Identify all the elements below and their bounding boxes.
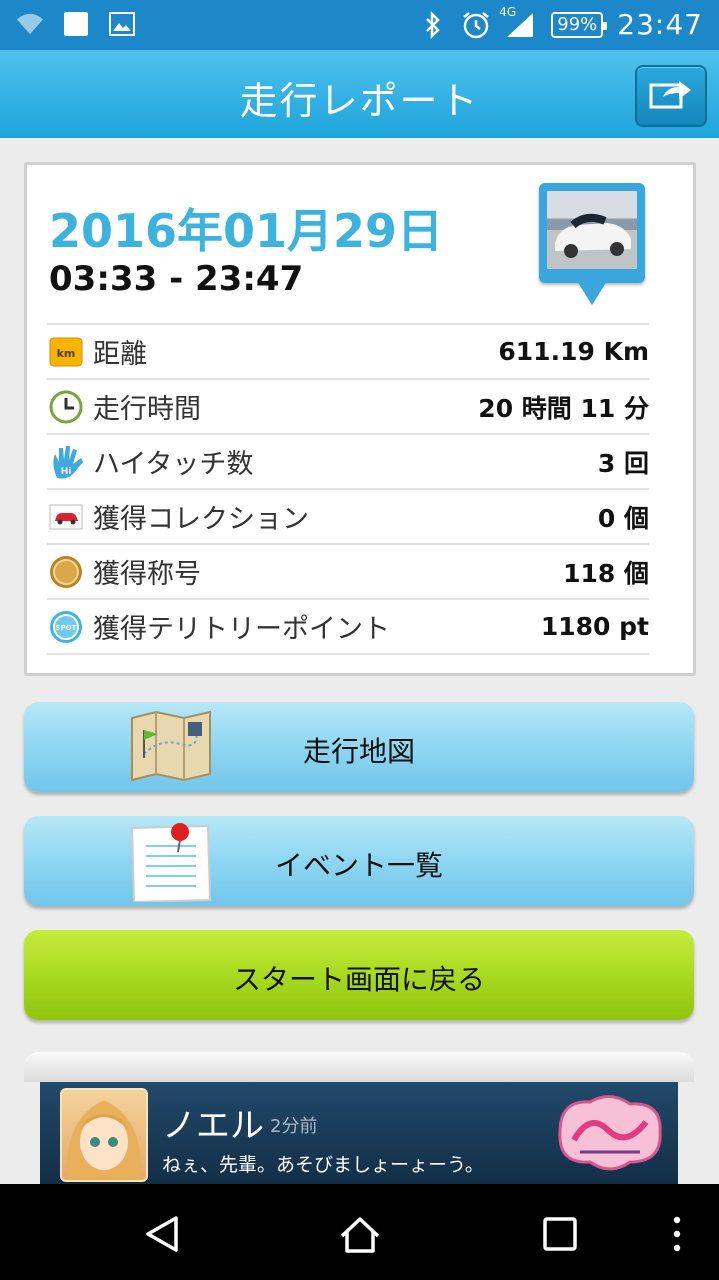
stat-label: ハイタッチ数 — [93, 449, 254, 480]
back-to-start-button[interactable]: スタート画面に戻る — [24, 930, 694, 1020]
stat-value: 20 時間 11 分 — [478, 393, 649, 423]
bluetooth-icon — [419, 10, 447, 39]
car-icon — [49, 500, 83, 534]
stat-row-high-touch: Hi ハイタッチ数 3 回 — [47, 433, 649, 488]
stat-row-titles: 獲得称号 118 個 — [47, 543, 649, 598]
back-icon[interactable] — [142, 1214, 182, 1258]
back-to-start-label: スタート画面に戻る — [232, 963, 485, 996]
status-bar: 4G 99% 23:47 — [0, 0, 719, 50]
stats-list: km 距離 611.19 Km 走行時間 20 時間 11 分 Hi ハイタッチ… — [47, 323, 649, 655]
stat-label: 獲得称号 — [93, 559, 201, 590]
stat-value: 611.19 Km — [498, 337, 649, 366]
km-icon: km — [49, 335, 83, 369]
ad-character-avatar — [60, 1088, 148, 1182]
status-clock: 23:47 — [617, 8, 703, 41]
stat-row-territory-points: SPOT 獲得テリトリーポイント 1180 pt — [47, 598, 649, 655]
home-icon[interactable] — [338, 1214, 382, 1258]
app-bar: 走行レポート — [0, 50, 719, 138]
wifi-icon — [16, 10, 44, 38]
car-photo-pin[interactable] — [539, 183, 645, 309]
stat-label: 走行時間 — [93, 394, 201, 425]
event-list-label: イベント一覧 — [274, 849, 443, 882]
drive-map-button[interactable]: 走行地図 — [24, 702, 694, 792]
report-date: 2016年01月29日 — [49, 204, 444, 258]
stat-value: 0 個 — [597, 503, 649, 533]
high-five-icon: Hi — [49, 445, 83, 479]
system-nav-bar — [0, 1184, 719, 1280]
car-photo — [547, 191, 637, 269]
medal-icon — [49, 555, 83, 589]
svg-text:Hi: Hi — [61, 467, 72, 477]
page-title: 走行レポート — [239, 79, 480, 123]
ad-game-logo — [550, 1092, 668, 1174]
ad-time-ago: 2分前 — [270, 1116, 318, 1137]
svg-text:km: km — [57, 347, 76, 360]
stat-row-collection: 獲得コレクション 0 個 — [47, 488, 649, 543]
stat-value: 1180 pt — [540, 612, 649, 641]
stat-row-drive-time: 走行時間 20 時間 11 分 — [47, 378, 649, 433]
drive-map-label: 走行地図 — [302, 735, 415, 768]
spot-icon: SPOT — [49, 610, 83, 644]
ad-message: ねぇ、先輩。あそびましょーょーう。 — [162, 1154, 484, 1176]
overflow-menu-icon[interactable] — [670, 1214, 684, 1258]
stat-label: 獲得テリトリーポイント — [93, 614, 390, 645]
share-icon — [649, 77, 693, 115]
network-type: 4G — [499, 4, 517, 19]
recents-icon[interactable] — [542, 1214, 578, 1258]
event-list-button[interactable]: イベント一覧 — [24, 816, 694, 906]
report-time-range: 03:33 - 23:47 — [49, 259, 304, 299]
clock-icon — [49, 390, 83, 424]
report-card: 2016年01月29日 03:33 - 23:47 km 距離 611.19 K… — [24, 162, 696, 676]
stat-label: 距離 — [93, 339, 147, 370]
ad-character-name: ノエル — [162, 1106, 264, 1146]
stat-value: 118 個 — [563, 558, 649, 588]
alarm-icon — [461, 11, 490, 39]
battery-indicator: 99% — [551, 11, 608, 38]
ad-container-top — [24, 1052, 694, 1082]
signal-icon: 4G — [499, 5, 537, 39]
share-button[interactable] — [635, 65, 707, 127]
notification-square-icon — [62, 10, 90, 38]
svg-text:SPOT: SPOT — [56, 624, 77, 632]
ad-banner[interactable]: ノエル 2分前 ねぇ、先輩。あそびましょーょーう。 — [40, 1082, 678, 1184]
stat-row-distance: km 距離 611.19 Km — [47, 323, 649, 378]
image-icon — [108, 10, 136, 38]
stat-value: 3 回 — [597, 448, 649, 478]
stat-label: 獲得コレクション — [93, 504, 309, 535]
